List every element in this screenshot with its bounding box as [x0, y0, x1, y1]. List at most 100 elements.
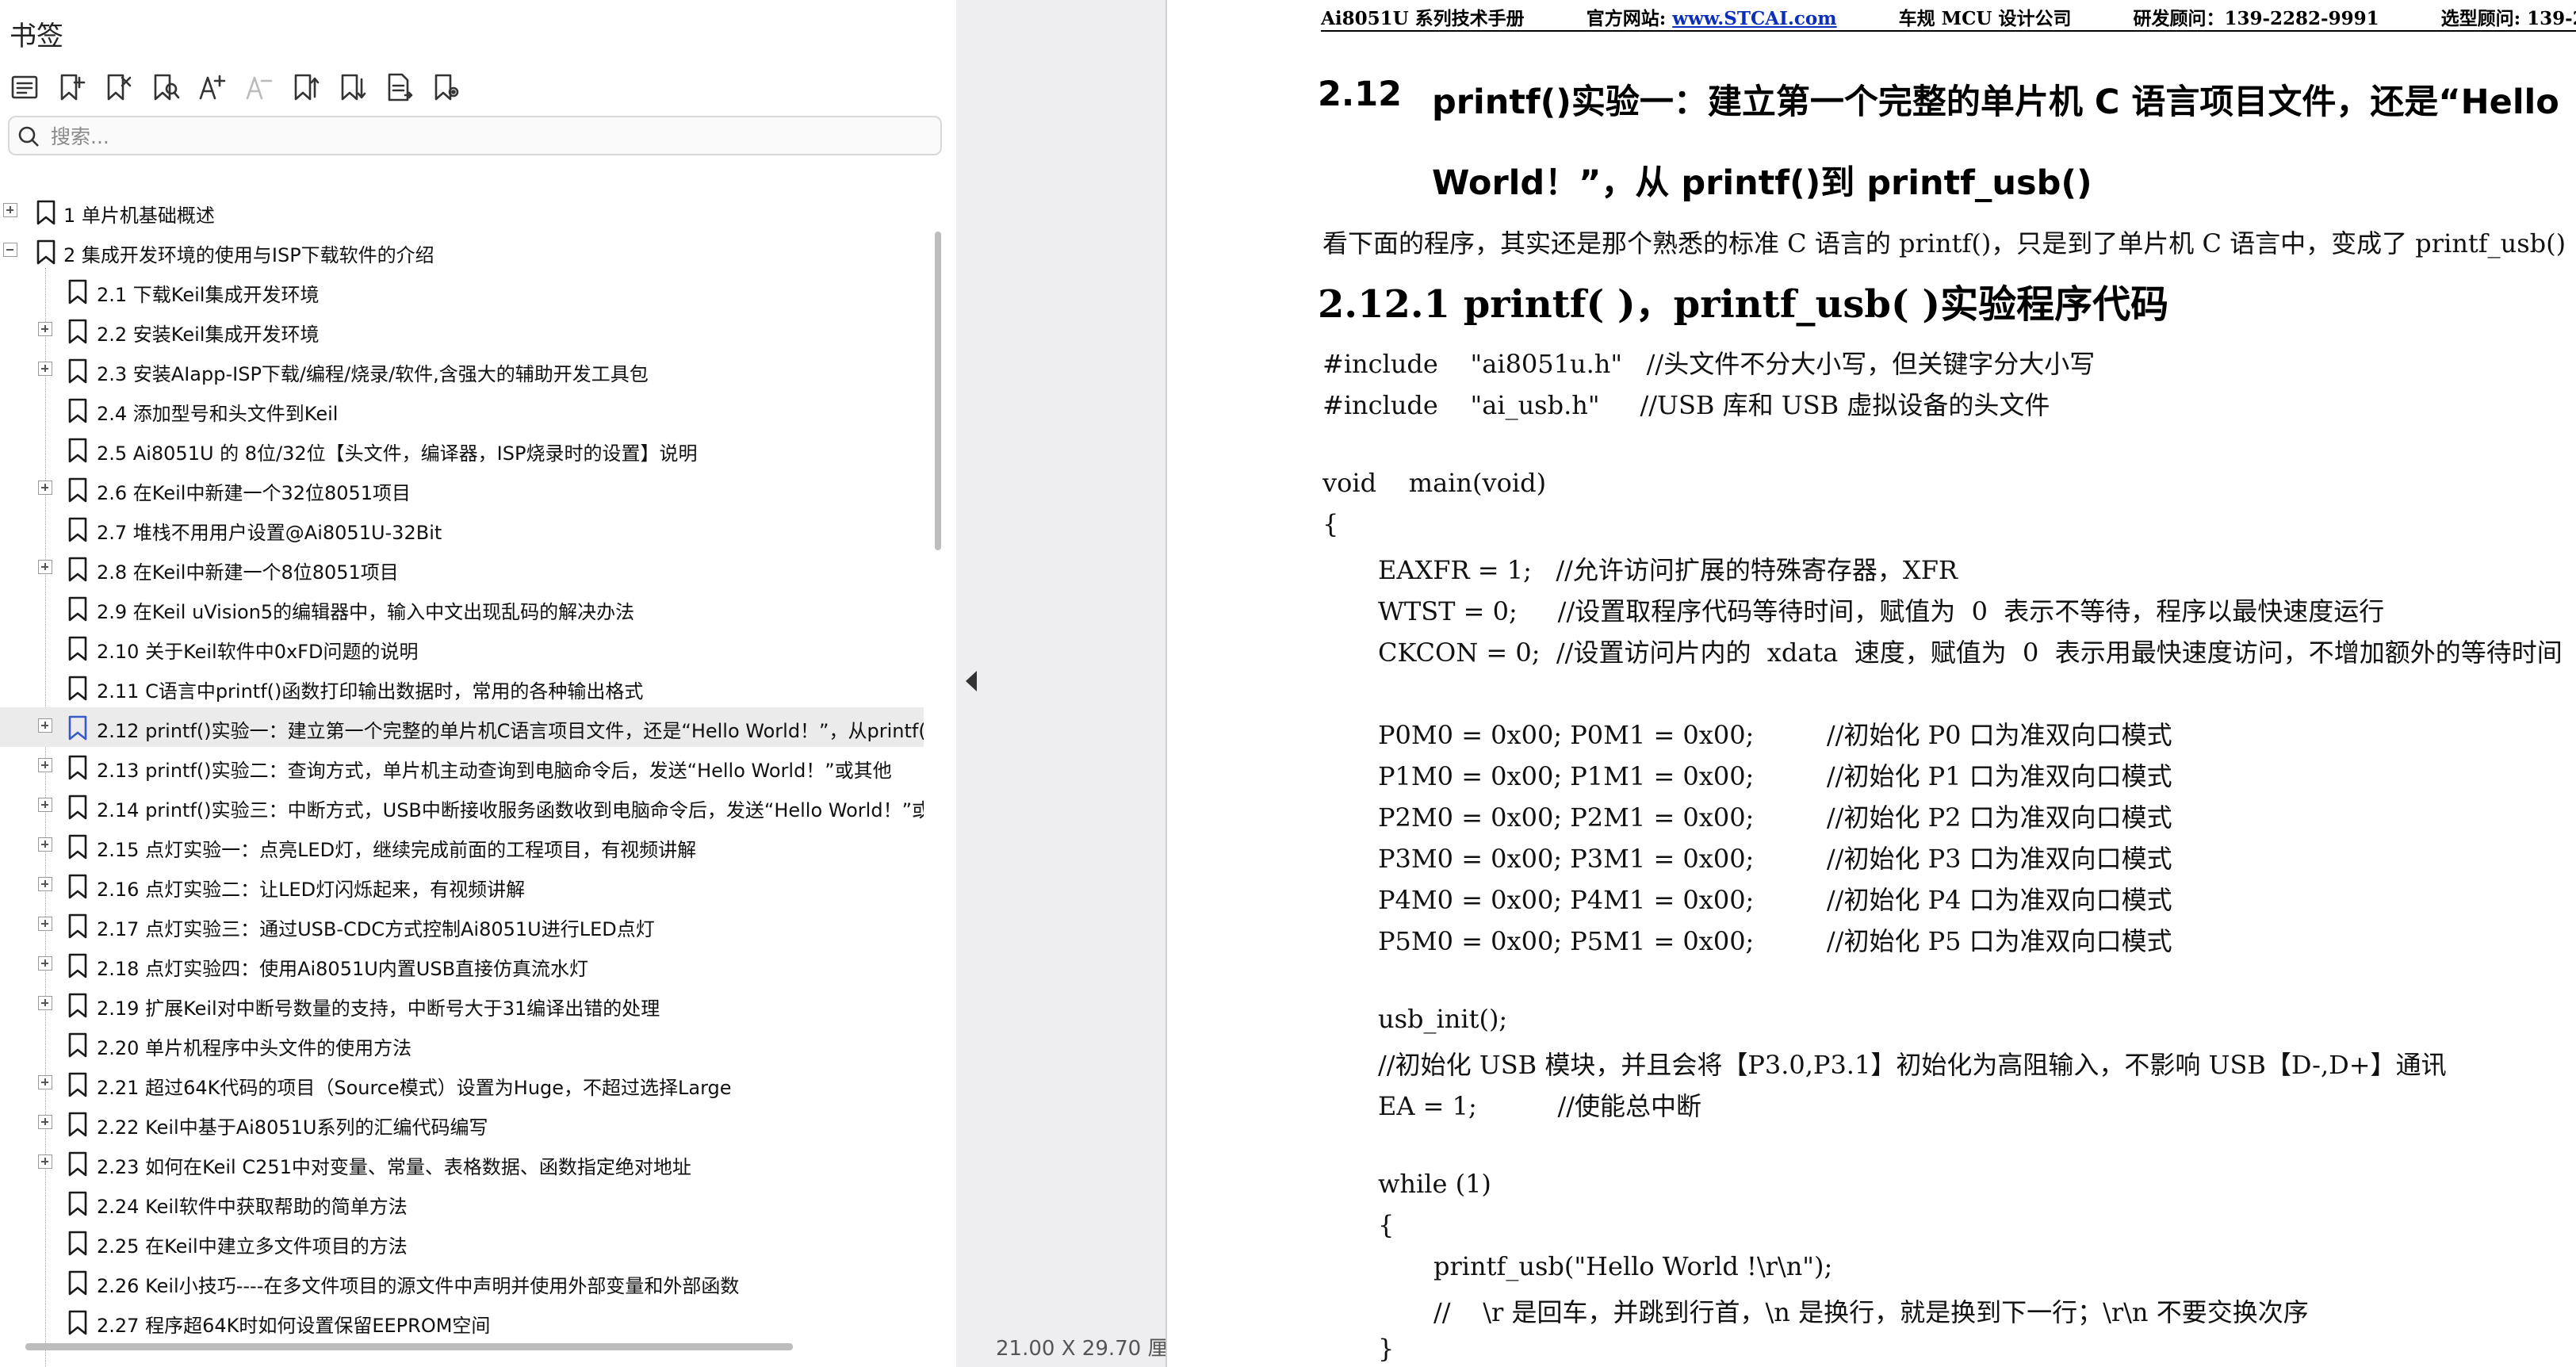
bookmark-icon [68, 517, 87, 542]
expand-toggle-icon[interactable] [38, 481, 52, 495]
expand-toggle-icon[interactable] [38, 718, 52, 733]
bookmark-label: 2.23 如何在Keil C251中对变量、常量、表格数据、函数指定绝对地址 [97, 1156, 691, 1178]
code-line: P1M0 = 0x00; P1M1 = 0x00; //初始化 P1 口为准双向… [1378, 761, 2172, 791]
page-header: Ai8051U 系列技术手册 官方网站: www.STCAI.com 车规 MC… [1321, 3, 2576, 30]
section-heading-line1: printf()实验一：建立第一个完整的单片机 C 语言项目文件，还是“Hell… [1432, 82, 2559, 122]
website: 官方网站: www.STCAI.com [1587, 8, 1837, 29]
expand-toggle-icon[interactable] [3, 203, 17, 217]
expand-all-button[interactable] [8, 71, 41, 104]
website-link[interactable]: www.STCAI.com [1672, 8, 1836, 29]
bookmark-item[interactable]: 2.25 在Keil中建立多文件项目的方法 [0, 1223, 924, 1262]
delete-bookmark-button[interactable] [101, 71, 135, 104]
bookmark-item[interactable]: 2.21 超过64K代码的项目（Source模式）设置为Huge，不超过选择La… [0, 1064, 924, 1104]
bookmark-item[interactable]: 2.12 printf()实验一：建立第一个完整的单片机C语言项目文件，还是“H… [0, 707, 924, 747]
expand-toggle-icon[interactable] [38, 322, 52, 336]
bookmark-item[interactable]: 2.1 下载Keil集成开发环境 [0, 271, 924, 311]
code-line: EA = 1; //使能总中断 [1378, 1091, 1702, 1121]
vertical-scrollbar[interactable] [935, 232, 941, 550]
bookmark-item[interactable]: 2.20 单片机程序中头文件的使用方法 [0, 1024, 924, 1064]
expand-toggle-icon[interactable] [38, 798, 52, 812]
code-line: CKCON = 0; //设置访问片内的 xdata 速度，赋值为 0 表示用最… [1378, 638, 2563, 668]
font-increase-icon [199, 75, 226, 100]
bookmark-item[interactable]: 2.11 C语言中printf()函数打印输出数据时，常用的各种输出格式 [0, 668, 924, 707]
horizontal-scrollbar[interactable] [25, 1343, 793, 1350]
bookmark-item[interactable]: 2.27 程序超64K时如何设置保留EEPROM空间 [0, 1302, 924, 1342]
bookmark-panel: 书签 1 单片机基础概述 2 集成开发环境的使用与ISP下载软件的介绍 2.1 下载… [0, 0, 956, 1367]
bookmark-item[interactable]: 2.23 如何在Keil C251中对变量、常量、表格数据、函数指定绝对地址 [0, 1143, 924, 1183]
bookmark-item[interactable]: 2.17 点灯实验三：通过USB-CDC方式控制Ai8051U进行LED点灯 [0, 906, 924, 945]
bookmark-item[interactable]: 2.3 安装AIapp-ISP下载/编程/烧录/软件,含强大的辅助开发工具包 [0, 350, 924, 390]
bookmark-item[interactable]: 2.16 点灯实验二：让LED灯闪烁起来，有视频讲解 [0, 866, 924, 906]
bookmark-item[interactable]: 1 单片机基础概述 [0, 192, 924, 232]
expand-toggle-icon[interactable] [38, 917, 52, 931]
sort-down-icon [341, 74, 366, 101]
expand-toggle-icon[interactable] [38, 1115, 52, 1129]
bookmark-item[interactable]: 2.7 堆栈不用用户设置@Ai8051U-32Bit [0, 509, 924, 549]
expand-toggle-icon[interactable] [38, 956, 52, 971]
bookmark-item[interactable]: 2.8 在Keil中新建一个8位8051项目 [0, 549, 924, 588]
bookmark-icon [68, 795, 87, 820]
code-line: } [1378, 1334, 1395, 1364]
bookmark-icon [36, 200, 56, 225]
bookmark-settings-button[interactable] [429, 71, 462, 104]
bookmark-item[interactable]: 2.5 Ai8051U 的 8位/32位【头文件，编译器，ISP烧录时的设置】说… [0, 430, 924, 469]
bookmark-label: 2.2 安装Keil集成开发环境 [97, 324, 320, 346]
expand-toggle-icon[interactable] [38, 837, 52, 852]
bookmark-icon [68, 755, 87, 780]
bookmark-icon [68, 1112, 87, 1137]
bookmark-item[interactable]: 2.24 Keil软件中获取帮助的简单方法 [0, 1183, 924, 1223]
expand-toggle-icon[interactable] [38, 560, 52, 574]
expand-toggle-icon[interactable] [38, 1154, 52, 1169]
bookmark-item[interactable]: 2.2 安装Keil集成开发环境 [0, 311, 924, 350]
bookmark-label: 2.27 程序超64K时如何设置保留EEPROM空间 [97, 1315, 491, 1337]
expand-toggle-icon[interactable] [38, 362, 52, 376]
bookmark-label: 2.22 Keil中基于Ai8051U系列的汇编代码编写 [97, 1116, 488, 1139]
bookmark-label: 2.13 printf()实验二：查询方式，单片机主动查询到电脑命令后，发送“H… [97, 760, 892, 782]
bookmark-icon [68, 1032, 87, 1058]
expand-toggle-icon[interactable] [38, 877, 52, 891]
bookmark-icon [68, 1231, 87, 1256]
add-bookmark-button[interactable] [55, 71, 88, 104]
font-decrease-button[interactable] [242, 71, 275, 104]
bookmark-icon [68, 636, 87, 661]
bookmark-item[interactable]: 2.18 点灯实验四：使用Ai8051U内置USB直接仿真流水灯 [0, 945, 924, 985]
bookmark-item[interactable]: 2.22 Keil中基于Ai8051U系列的汇编代码编写 [0, 1104, 924, 1143]
export-bookmark-icon [388, 73, 413, 101]
add-bookmark-icon [60, 74, 86, 101]
find-bookmark-button[interactable] [148, 71, 182, 104]
bookmark-label: 2.3 安装AIapp-ISP下载/编程/烧录/软件,含强大的辅助开发工具包 [97, 363, 649, 385]
bookmark-item[interactable]: 2.19 扩展Keil对中断号数量的支持，中断号大于31编译出错的处理 [0, 985, 924, 1024]
expand-toggle-icon[interactable] [38, 996, 52, 1010]
bookmark-item[interactable]: 2.9 在Keil uVision5的编辑器中，输入中文出现乱码的解决办法 [0, 588, 924, 628]
bookmark-settings-icon [434, 74, 459, 101]
expand-toggle-icon[interactable] [38, 758, 52, 772]
font-increase-button[interactable] [195, 71, 228, 104]
export-bookmark-button[interactable] [382, 71, 415, 104]
bookmark-item[interactable]: 2.10 关于Keil软件中0xFD问题的说明 [0, 628, 924, 668]
bookmark-icon [36, 239, 56, 265]
bookmark-item[interactable]: 2.26 Keil小技巧----在多文件项目的源文件中声明并使用外部变量和外部函… [0, 1262, 924, 1302]
bookmark-item[interactable]: 2 集成开发环境的使用与ISP下载软件的介绍 [0, 232, 924, 271]
bookmark-icon [68, 1270, 87, 1296]
bookmark-icon [68, 279, 87, 304]
expand-toggle-icon[interactable] [38, 1075, 52, 1089]
search-input[interactable] [49, 119, 924, 154]
viewer-gutter [956, 0, 1166, 1367]
bookmark-label: 2.20 单片机程序中头文件的使用方法 [97, 1037, 412, 1059]
code-line: P0M0 = 0x00; P0M1 = 0x00; //初始化 P0 口为准双向… [1378, 720, 2172, 750]
bookmark-item[interactable]: 2.13 printf()实验二：查询方式，单片机主动查询到电脑命令后，发送“H… [0, 747, 924, 787]
bookmark-search[interactable] [8, 116, 942, 155]
sort-down-button[interactable] [335, 71, 369, 104]
bookmark-icon [68, 953, 87, 978]
bookmark-label: 2.11 C语言中printf()函数打印输出数据时，常用的各种输出格式 [97, 680, 644, 703]
sort-up-icon [294, 74, 320, 101]
collapse-panel-arrow-icon[interactable] [966, 671, 977, 691]
bookmark-item[interactable]: 2.6 在Keil中新建一个32位8051项目 [0, 469, 924, 509]
dev-contact: 研发顾问：139-2282-9991 [2133, 8, 2379, 29]
collapse-toggle-icon[interactable] [3, 243, 17, 257]
bookmark-item[interactable]: 2.14 printf()实验三：中断方式，USB中断接收服务函数收到电脑命令后… [0, 787, 924, 826]
sort-up-button[interactable] [289, 71, 322, 104]
bookmark-item[interactable]: 2.15 点灯实验一：点亮LED灯，继续完成前面的工程项目，有视频讲解 [0, 826, 924, 866]
bookmark-item[interactable]: 2.4 添加型号和头文件到Keil [0, 390, 924, 430]
delete-bookmark-icon [107, 74, 132, 101]
